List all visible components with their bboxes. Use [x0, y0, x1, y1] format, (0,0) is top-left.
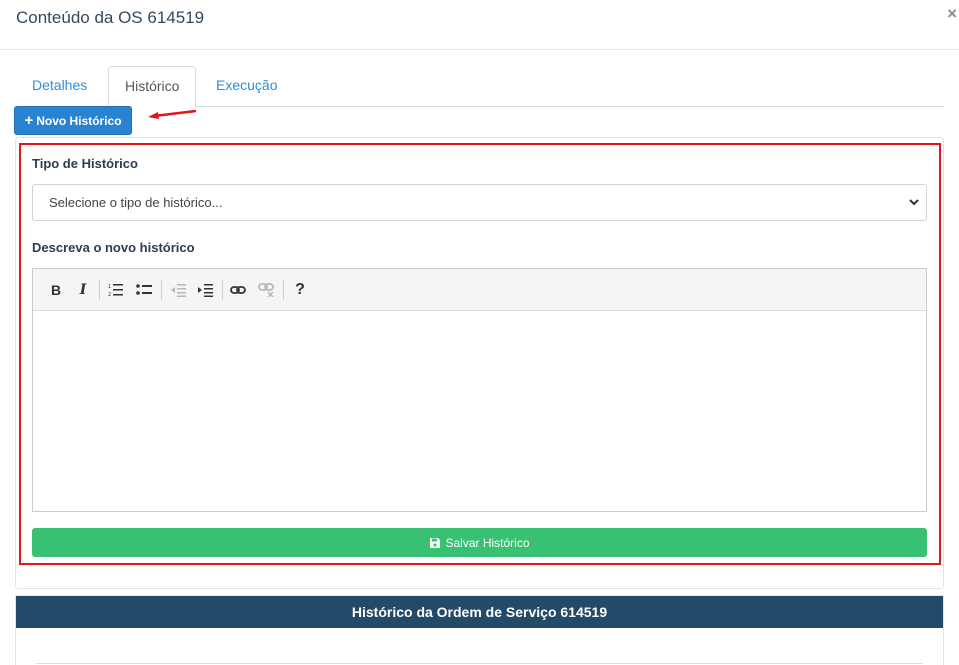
history-panel: Histórico da Ordem de Serviço 614519 — [15, 595, 944, 665]
tab-detalhes[interactable]: Detalhes — [16, 66, 103, 107]
new-history-button[interactable]: + Novo Histórico — [14, 106, 132, 135]
plus-icon: + — [24, 112, 34, 129]
divider — [36, 663, 923, 664]
tab-bar: Detalhes Histórico Execução — [16, 66, 944, 108]
new-history-button-label: Novo Histórico — [36, 113, 122, 128]
close-button[interactable]: × — [947, 4, 957, 24]
annotation-highlight-box — [19, 143, 941, 565]
modal-header: Conteúdo da OS 614519 × — [0, 0, 959, 50]
tab-historico[interactable]: Histórico — [108, 66, 197, 108]
history-panel-title: Histórico da Ordem de Serviço 614519 — [16, 596, 943, 628]
annotation-arrow-icon — [148, 109, 197, 119]
modal-title: Conteúdo da OS 614519 — [16, 8, 205, 27]
tab-execucao[interactable]: Execução — [200, 66, 293, 107]
